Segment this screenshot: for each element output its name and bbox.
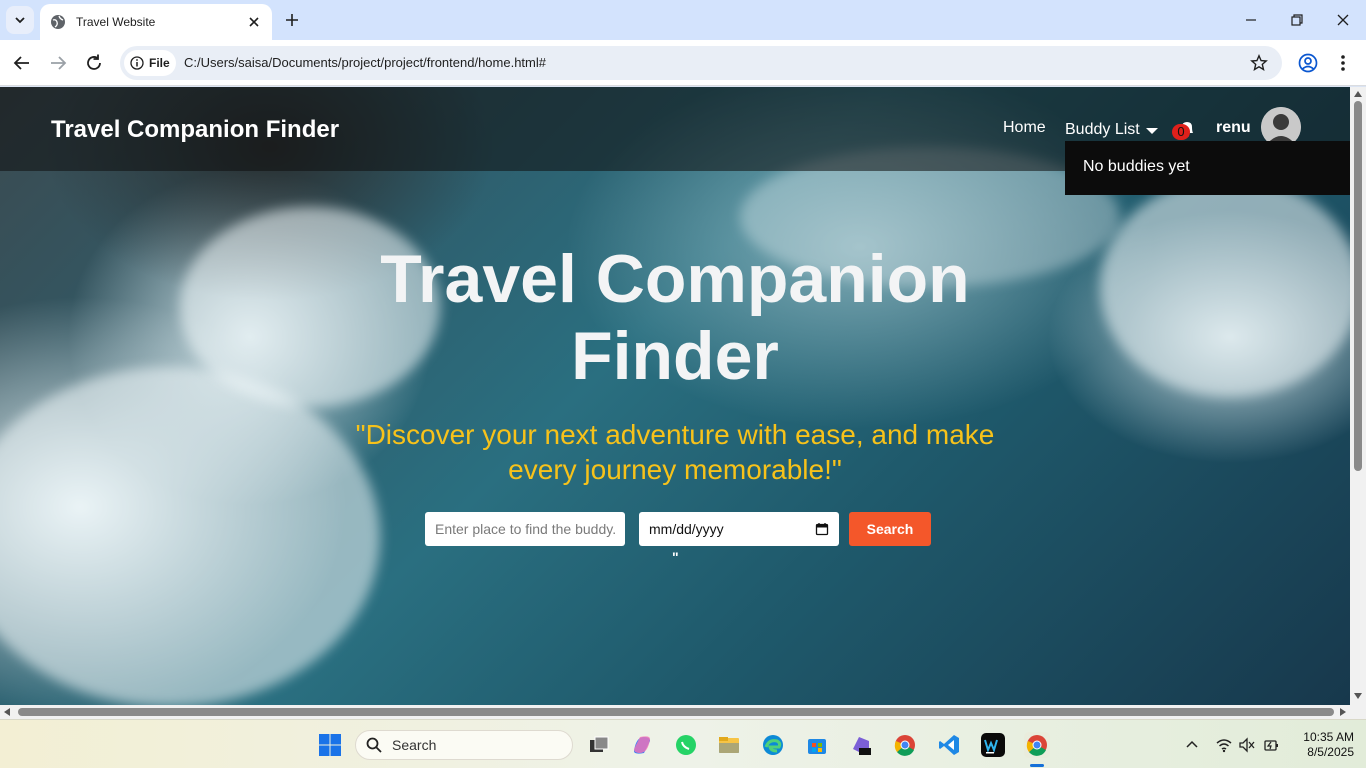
forward-arrow-icon[interactable] — [47, 52, 69, 74]
horizontal-scrollbar[interactable] — [0, 705, 1366, 719]
chevron-down-icon — [15, 17, 25, 24]
info-icon — [130, 56, 144, 70]
buddy-list-dropdown: No buddies yet — [1065, 141, 1350, 195]
chrome-icon[interactable] — [892, 732, 918, 758]
tab-title: Travel Website — [76, 15, 156, 29]
caret-down-icon — [1145, 128, 1158, 134]
webstorm-icon[interactable] — [980, 732, 1006, 758]
back-arrow-icon[interactable] — [11, 52, 33, 74]
task-view-icon[interactable] — [586, 732, 612, 758]
horizontal-scroll-thumb[interactable] — [18, 708, 1334, 716]
vertical-scrollbar[interactable] — [1350, 87, 1366, 705]
clock-time: 10:35 AM — [1303, 730, 1354, 744]
clock-date: 8/5/2025 — [1307, 745, 1354, 759]
page-viewport: Travel Companion Finder Home Buddy List … — [0, 87, 1350, 705]
window-close-icon[interactable] — [1333, 10, 1353, 30]
chevron-up-icon[interactable] — [1183, 736, 1201, 754]
vertical-scroll-thumb[interactable] — [1354, 101, 1362, 471]
windows-logo-icon — [319, 734, 341, 756]
file-chip-label: File — [149, 56, 170, 70]
tab-search-button[interactable] — [6, 6, 34, 34]
copilot-icon[interactable] — [629, 732, 655, 758]
chrome-active-icon[interactable] — [1024, 732, 1050, 758]
whatsapp-icon[interactable] — [673, 732, 699, 758]
profile-icon[interactable] — [1297, 52, 1319, 74]
place-search-input[interactable] — [425, 512, 625, 546]
system-clock[interactable]: 10:35 AM 8/5/2025 — [1290, 730, 1354, 760]
background-foam — [0, 367, 380, 705]
background-foam — [1100, 177, 1350, 397]
taskbar-search[interactable]: Search — [355, 730, 573, 760]
vscode-icon[interactable] — [936, 732, 962, 758]
bookmark-star-icon[interactable] — [1250, 54, 1268, 72]
microsoft-365-icon[interactable] — [848, 732, 874, 758]
scroll-left-arrow-icon[interactable] — [4, 708, 10, 716]
date-placeholder: mm/dd/yyyy — [649, 521, 724, 537]
travel-date-input[interactable]: mm/dd/yyyy — [639, 512, 839, 546]
battery-icon[interactable] — [1262, 736, 1280, 754]
notification-badge: 0 — [1172, 124, 1190, 140]
scroll-up-arrow-icon[interactable] — [1354, 91, 1362, 97]
browser-tab-bar: Travel Website — [0, 0, 1366, 40]
windows-taskbar: Search 10:35 AM 8/5/2025 — [0, 719, 1366, 768]
scroll-down-arrow-icon[interactable] — [1354, 693, 1362, 699]
buddy-list-label: Buddy List — [1065, 121, 1140, 138]
reload-icon[interactable] — [83, 52, 105, 74]
username[interactable]: renu — [1216, 119, 1251, 137]
volume-muted-icon[interactable] — [1238, 736, 1256, 754]
scroll-right-arrow-icon[interactable] — [1340, 708, 1346, 716]
restore-icon[interactable] — [1287, 10, 1307, 30]
nav-home-link[interactable]: Home — [1003, 119, 1046, 137]
search-icon — [366, 737, 382, 753]
browser-tab[interactable]: Travel Website — [40, 4, 272, 40]
dropdown-empty-message: No buddies yet — [1083, 158, 1190, 175]
globe-icon — [51, 15, 65, 29]
windows-start-button[interactable] — [317, 732, 343, 758]
nav-buddy-list-toggle[interactable]: Buddy List — [1065, 121, 1158, 139]
site-brand[interactable]: Travel Companion Finder — [51, 116, 339, 144]
wifi-icon[interactable] — [1215, 736, 1233, 754]
calendar-icon[interactable] — [815, 522, 829, 536]
minimize-icon[interactable] — [1241, 10, 1261, 30]
taskbar-search-label: Search — [392, 737, 437, 753]
hero-tagline: "Discover your next adventure with ease,… — [355, 419, 995, 485]
more-options-icon[interactable] — [1332, 52, 1354, 74]
search-button[interactable]: Search — [849, 512, 931, 546]
browser-toolbar: File C:/Users/saisa/Documents/project/pr… — [0, 40, 1366, 86]
active-app-indicator — [1030, 764, 1044, 767]
hero-title: Travel Companion Finder — [380, 241, 970, 394]
site-info-chip[interactable]: File — [124, 50, 176, 76]
microsoft-store-icon[interactable] — [804, 732, 830, 758]
edge-icon[interactable] — [760, 732, 786, 758]
close-icon[interactable] — [246, 14, 262, 30]
address-bar[interactable]: File C:/Users/saisa/Documents/project/pr… — [120, 46, 1282, 80]
file-explorer-icon[interactable] — [716, 732, 742, 758]
url-text[interactable]: C:/Users/saisa/Documents/project/project… — [184, 55, 546, 70]
new-tab-icon[interactable] — [282, 10, 302, 30]
stray-quote-text: " — [672, 549, 679, 565]
